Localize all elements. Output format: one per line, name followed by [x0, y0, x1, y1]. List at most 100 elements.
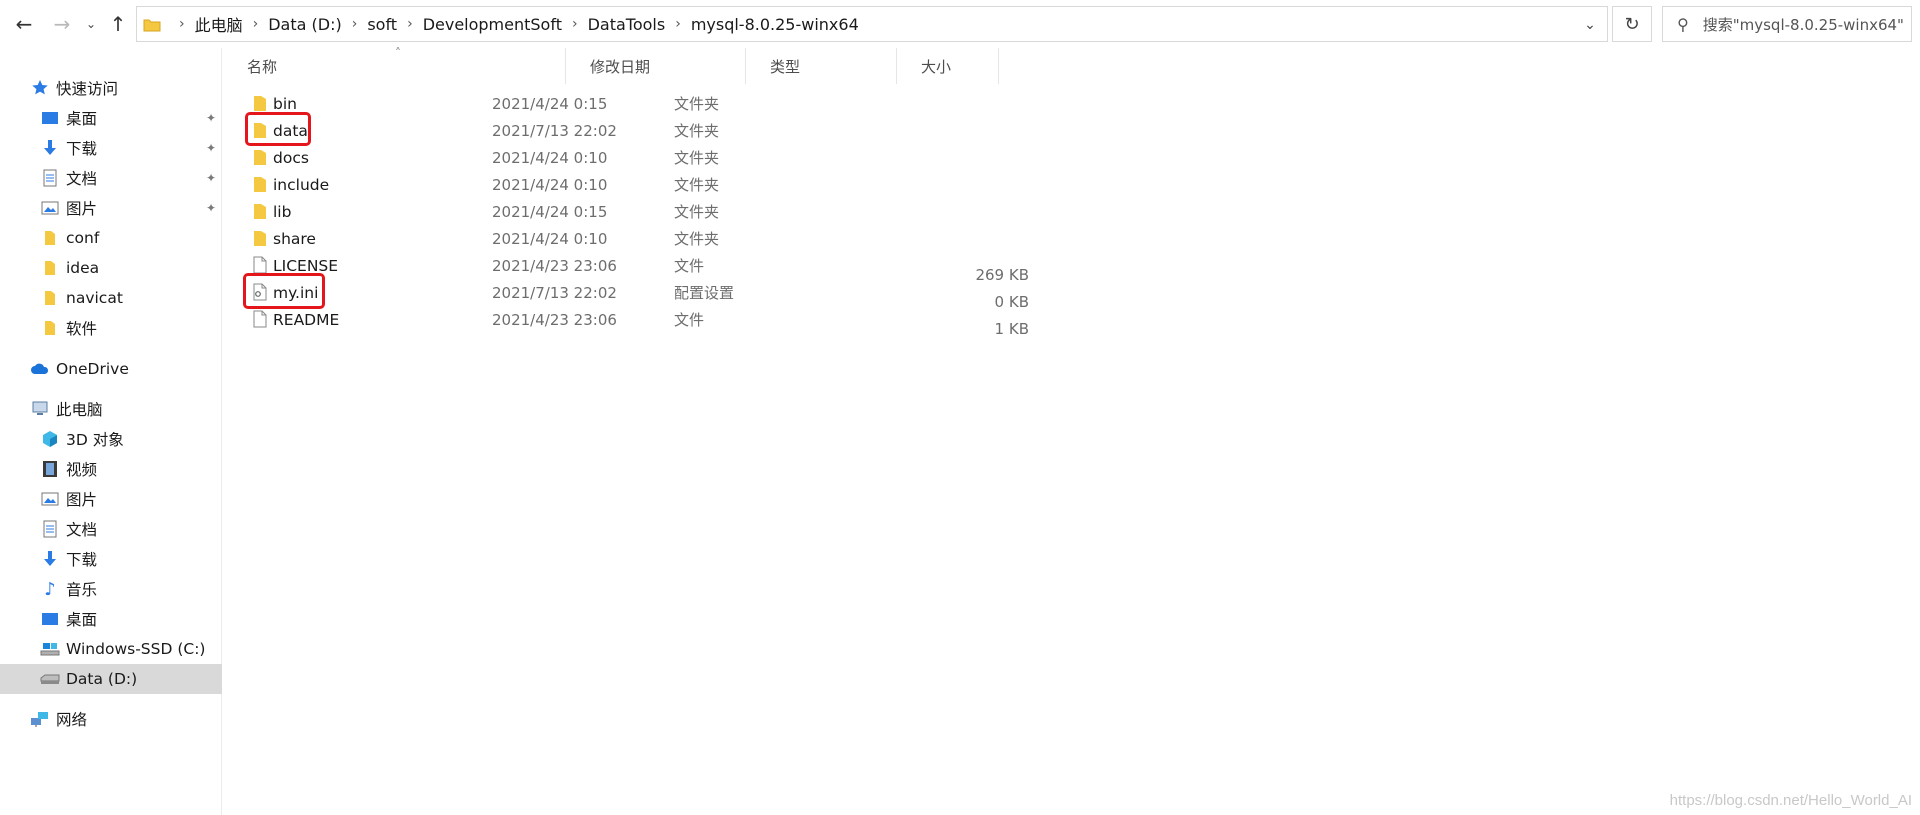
breadcrumb-item[interactable]: DevelopmentSoft [423, 15, 562, 34]
search-icon: ⚲ [1677, 14, 1689, 34]
sidebar-item-label: 快速访问 [56, 80, 119, 98]
sidebar-item-label: OneDrive [56, 360, 129, 378]
file-name: include [273, 175, 330, 194]
sort-ascending-icon: ˄ [395, 46, 401, 60]
file-row-docs[interactable]: docs 2021/4/24 0:10 文件夹 [243, 144, 1223, 171]
folder-icon [40, 319, 60, 337]
chevron-down-icon: ⌄ [1584, 17, 1596, 33]
desktop-icon [40, 610, 60, 628]
sidebar-item-drive-c[interactable]: Windows-SSD (C:) [0, 634, 222, 664]
file-date: 2021/4/24 0:15 [492, 202, 608, 221]
breadcrumb-item[interactable]: Data (D:) [268, 15, 341, 34]
network-icon [30, 710, 50, 728]
sidebar-item-pictures[interactable]: 图片 ✦ [0, 193, 222, 223]
file-row-share[interactable]: share 2021/4/24 0:10 文件夹 [243, 225, 1223, 252]
sidebar-item-downloads-pc[interactable]: 下载 [0, 544, 222, 574]
file-row-readme[interactable]: README 2021/4/23 23:06 文件 1 KB [243, 306, 1223, 338]
sidebar-item-idea[interactable]: idea [0, 253, 222, 283]
sidebar-item-label: 桌面 [66, 110, 98, 128]
sidebar-item-videos[interactable]: 视频 [0, 454, 222, 484]
breadcrumb-item[interactable]: soft [367, 15, 397, 34]
chevron-down-icon: ⌄ [85, 17, 97, 31]
file-icon [253, 256, 269, 274]
column-header-date[interactable]: 修改日期 [566, 48, 746, 84]
column-header-name[interactable]: 名称 ˄ [223, 46, 566, 84]
sidebar-item-navicat[interactable]: navicat [0, 283, 222, 313]
file-date: 2021/4/24 0:15 [492, 94, 608, 113]
ssd-drive-icon [40, 640, 60, 658]
folder-icon [40, 259, 60, 277]
file-row-lib[interactable]: lib 2021/4/24 0:15 文件夹 [243, 198, 1223, 225]
search-placeholder: 搜索"mysql-8.0.25-winx64" [1702, 15, 1904, 34]
sidebar-item-documents[interactable]: 文档 ✦ [0, 163, 222, 193]
recent-locations-button[interactable]: ⌄ [82, 10, 100, 38]
sidebar-item-label: Windows-SSD (C:) [66, 640, 206, 658]
sidebar-item-label: 图片 [66, 491, 98, 509]
breadcrumb-separator-icon[interactable]: › [572, 16, 578, 32]
sidebar-item-this-pc[interactable]: 此电脑 [0, 394, 222, 424]
column-header-type[interactable]: 类型 [746, 48, 897, 84]
sidebar-item-desktop-pc[interactable]: 桌面 [0, 604, 222, 634]
pin-icon[interactable]: ✦ [206, 171, 216, 185]
sidebar-item-quick-access[interactable]: 快速访问 [0, 73, 222, 103]
breadcrumb-separator-icon[interactable]: › [407, 16, 413, 32]
file-row-include[interactable]: include 2021/4/24 0:10 文件夹 [243, 171, 1223, 198]
highlight-annotation [245, 112, 311, 146]
file-row-data[interactable]: data 2021/7/13 22:02 文件夹 [243, 112, 1223, 146]
sidebar-item-label: navicat [66, 289, 123, 307]
sidebar-item-onedrive[interactable]: OneDrive [0, 354, 222, 384]
refresh-button[interactable]: ↻ [1612, 6, 1652, 42]
file-date: 2021/4/24 0:10 [492, 229, 608, 248]
address-history-button[interactable]: ⌄ [1579, 14, 1601, 36]
sidebar-item-conf[interactable]: conf [0, 223, 222, 253]
3d-objects-icon [40, 430, 60, 448]
file-row-bin[interactable]: bin 2021/4/24 0:15 文件夹 [243, 90, 1223, 117]
breadcrumb-separator-icon[interactable]: › [675, 16, 681, 32]
file-row-my-ini[interactable]: my.ini 2021/7/13 22:02 配置设置 0 KB [243, 273, 1223, 311]
breadcrumb-item[interactable]: 此电脑 [195, 12, 243, 36]
refresh-icon: ↻ [1624, 13, 1640, 35]
computer-icon [30, 400, 50, 418]
folder-icon [40, 229, 60, 247]
breadcrumb-item-current[interactable]: mysql-8.0.25-winx64 [691, 15, 859, 34]
sidebar-item-desktop[interactable]: 桌面 ✦ [0, 103, 222, 133]
file-name: share [273, 229, 316, 248]
pin-icon[interactable]: ✦ [206, 111, 216, 125]
sidebar-item-3d-objects[interactable]: 3D 对象 [0, 424, 222, 454]
sidebar-item-label: 图片 [66, 200, 98, 218]
folder-icon [253, 229, 269, 247]
file-date: 2021/4/24 0:10 [492, 175, 608, 194]
breadcrumb-item[interactable]: DataTools [588, 15, 666, 34]
column-header-size[interactable]: 大小 [897, 48, 999, 84]
drive-icon [40, 670, 60, 688]
sidebar-item-label: idea [66, 259, 100, 277]
pin-icon[interactable]: ✦ [206, 201, 216, 215]
search-input[interactable]: ⚲ 搜索"mysql-8.0.25-winx64" [1662, 6, 1912, 42]
sidebar-item-downloads[interactable]: 下载 ✦ [0, 133, 222, 163]
folder-icon [253, 202, 269, 220]
file-name: README [273, 310, 340, 329]
sidebar-item-drive-d[interactable]: Data (D:) [0, 664, 222, 694]
up-button[interactable]: ↑ [104, 10, 132, 38]
back-button[interactable]: ← [10, 10, 38, 38]
sidebar-item-software[interactable]: 软件 [0, 313, 222, 343]
download-icon [40, 139, 60, 157]
cloud-icon [30, 360, 50, 378]
file-date: 2021/7/13 22:02 [492, 121, 617, 140]
address-bar[interactable]: › 此电脑 › Data (D:) › soft › DevelopmentSo… [136, 6, 1608, 42]
picture-icon [40, 490, 60, 508]
sidebar-item-label: 文档 [66, 521, 98, 539]
forward-button[interactable]: → [48, 10, 76, 38]
pin-icon[interactable]: ✦ [206, 141, 216, 155]
breadcrumb-separator-icon[interactable]: › [352, 16, 358, 32]
folder-icon [143, 17, 161, 32]
sidebar-item-pictures-pc[interactable]: 图片 [0, 484, 222, 514]
file-row-license[interactable]: LICENSE 2021/4/23 23:06 文件 269 KB [243, 252, 1223, 284]
sidebar-item-network[interactable]: 网络 [0, 704, 222, 734]
sidebar-item-documents-pc[interactable]: 文档 [0, 514, 222, 544]
sidebar-item-label: 下载 [66, 551, 98, 569]
sidebar-item-label: Data (D:) [66, 670, 138, 688]
breadcrumb-separator-icon[interactable]: › [253, 16, 259, 32]
sidebar-item-music[interactable]: ♪ 音乐 [0, 574, 222, 604]
sidebar-item-label: conf [66, 229, 100, 247]
